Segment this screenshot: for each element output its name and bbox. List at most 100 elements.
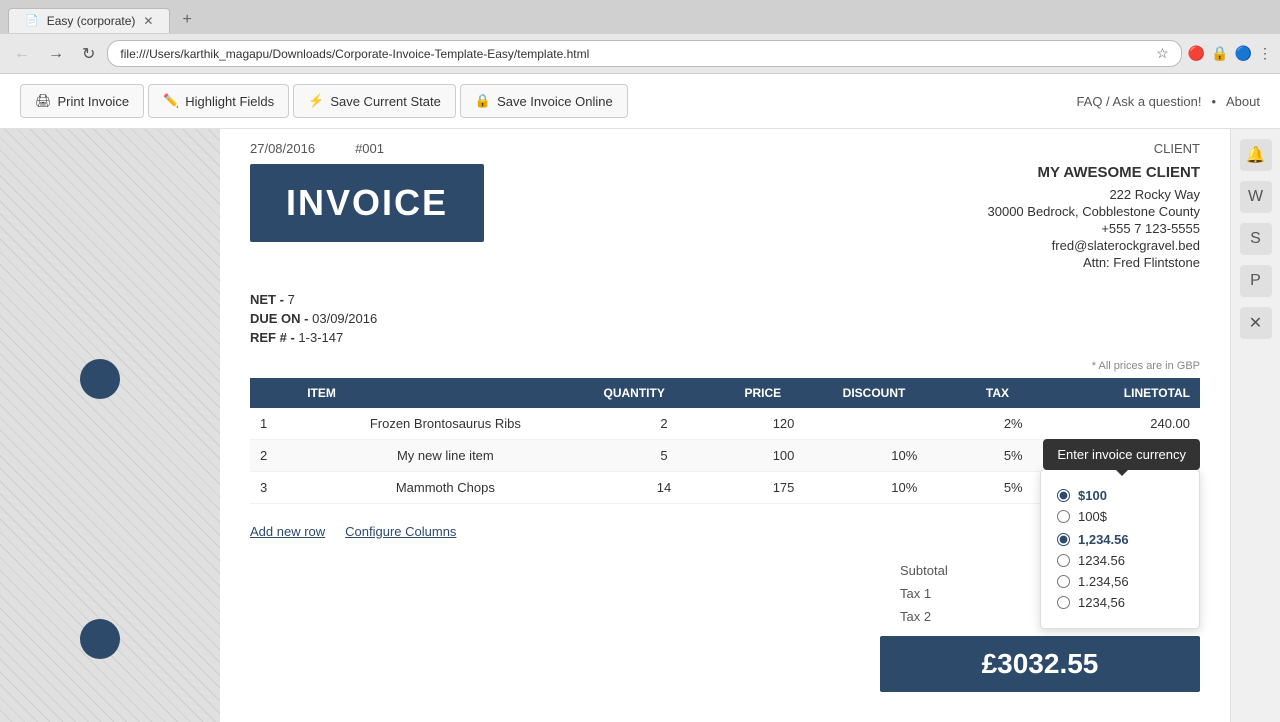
configure-columns-link[interactable]: Configure Columns	[345, 524, 456, 539]
invoice-date-number: 27/08/2016 #001	[250, 141, 384, 156]
tax1-label: Tax 1	[900, 586, 931, 601]
active-tab[interactable]: 📄 Easy (corporate) ✕	[8, 8, 170, 33]
row2-tax[interactable]: 5%	[976, 440, 1051, 472]
currency-label-format1: 1,234.56	[1078, 532, 1129, 547]
invoice-header: INVOICE MY AWESOME CLIENT 222 Rocky Way …	[250, 164, 1200, 272]
row3-price[interactable]: 175	[734, 472, 832, 504]
due-value[interactable]: 03/09/2016	[312, 311, 377, 326]
tab-title: Easy (corporate)	[47, 14, 136, 28]
currency-option-dollar-before[interactable]: $100	[1057, 488, 1183, 503]
row1-qty[interactable]: 2	[594, 408, 735, 440]
row1-num: 1	[250, 408, 297, 440]
nav-icons: 🔴 🔒 🔵 ⋮	[1188, 45, 1272, 62]
sidebar-icon-5[interactable]: ✕	[1240, 307, 1272, 339]
left-circle-bottom	[80, 619, 120, 659]
back-button[interactable]: ←	[8, 43, 36, 65]
currency-radio-dollar-after[interactable]	[1057, 510, 1070, 523]
net-label: NET -	[250, 292, 284, 307]
extension-icon-3[interactable]: 🔵	[1235, 45, 1252, 62]
tab-close-button[interactable]: ✕	[143, 14, 153, 28]
tab-favicon: 📄	[25, 14, 39, 27]
browser-chrome: 📄 Easy (corporate) ✕ + ← → ↻ file:///Use…	[0, 0, 1280, 74]
sidebar-icon-2[interactable]: W	[1240, 181, 1272, 213]
row3-qty[interactable]: 14	[594, 472, 735, 504]
new-tab-button[interactable]: +	[170, 6, 203, 34]
client-address2[interactable]: 30000 Bedrock, Cobblestone County	[988, 204, 1200, 219]
forward-button[interactable]: →	[42, 43, 70, 65]
col-price: PRICE	[734, 378, 832, 408]
currency-radio-format2[interactable]	[1057, 554, 1070, 567]
currency-label-format4: 1234,56	[1078, 595, 1125, 610]
row1-total: 240.00	[1051, 408, 1200, 440]
print-invoice-button[interactable]: 🖨 Print Invoice	[20, 84, 144, 118]
highlight-label: Highlight Fields	[185, 94, 274, 109]
row2-item[interactable]: My new line item	[297, 440, 593, 472]
currency-option-format1[interactable]: 1,234.56	[1057, 532, 1183, 547]
row1-item[interactable]: Frozen Brontosaurus Ribs	[297, 408, 593, 440]
currency-radio-dollar-before[interactable]	[1057, 489, 1070, 502]
save-state-label: Save Current State	[330, 94, 441, 109]
row3-item[interactable]: Mammoth Chops	[297, 472, 593, 504]
print-label: Print Invoice	[58, 94, 130, 109]
invoice-meta: NET - 7 DUE ON - 03/09/2016 REF # - 1-3-…	[250, 292, 1200, 345]
faq-link[interactable]: FAQ / Ask a question!	[1076, 94, 1201, 109]
currency-label-dollar-before: $100	[1078, 488, 1107, 503]
ref-label: REF # -	[250, 330, 295, 345]
about-link[interactable]: About	[1226, 94, 1260, 109]
row2-price[interactable]: 100	[734, 440, 832, 472]
client-address1[interactable]: 222 Rocky Way	[988, 187, 1200, 202]
invoice-number[interactable]: #001	[355, 141, 384, 156]
client-label: CLIENT	[1154, 141, 1200, 156]
net-value[interactable]: 7	[288, 292, 295, 307]
client-name[interactable]: MY AWESOME CLIENT	[988, 164, 1200, 181]
client-email[interactable]: fred@slaterockgravel.bed	[988, 238, 1200, 253]
currency-radio-format1[interactable]	[1057, 533, 1070, 546]
row1-price[interactable]: 120	[734, 408, 832, 440]
row2-discount[interactable]: 10%	[833, 440, 976, 472]
col-discount: DISCOUNT	[833, 378, 976, 408]
client-phone[interactable]: +555 7 123-5555	[988, 221, 1200, 236]
left-decorative-panel	[0, 129, 220, 722]
table-header-row: ITEM QUANTITY PRICE DISCOUNT TAX LINETOT…	[250, 378, 1200, 408]
col-tax: TAX	[976, 378, 1051, 408]
add-new-row-link[interactable]: Add new row	[250, 524, 325, 539]
currency-option-dollar-after[interactable]: 100$	[1057, 509, 1183, 524]
currency-radio-format3[interactable]	[1057, 575, 1070, 588]
right-sidebar: 🔔 W S P ✕	[1230, 129, 1280, 722]
address-bar[interactable]: file:///Users/karthik_magapu/Downloads/C…	[107, 40, 1181, 67]
bookmark-icon[interactable]: ☆	[1156, 45, 1169, 62]
col-item: ITEM	[297, 378, 593, 408]
currency-option-format4[interactable]: 1234,56	[1057, 595, 1183, 610]
prices-note: * All prices are in GBP	[250, 360, 1200, 372]
invoice-area: 27/08/2016 #001 CLIENT INVOICE MY AWESOM…	[220, 129, 1230, 722]
currency-label-dollar-after: 100$	[1078, 509, 1107, 524]
refresh-button[interactable]: ↻	[76, 42, 101, 66]
menu-icon[interactable]: ⋮	[1258, 45, 1272, 62]
currency-tooltip: Enter invoice currency	[1043, 439, 1200, 470]
highlight-icon: ✏️	[163, 93, 179, 109]
invoice-date[interactable]: 27/08/2016	[250, 141, 315, 156]
sidebar-icon-4[interactable]: P	[1240, 265, 1272, 297]
sidebar-icon-1[interactable]: 🔔	[1240, 139, 1272, 171]
table-row: 1 Frozen Brontosaurus Ribs 2 120 2% 240.…	[250, 408, 1200, 440]
currency-option-format3[interactable]: 1.234,56	[1057, 574, 1183, 589]
col-quantity: QUANTITY	[594, 378, 735, 408]
col-num	[250, 378, 297, 408]
save-current-state-button[interactable]: ⚡ Save Current State	[293, 84, 456, 118]
tab-bar: 📄 Easy (corporate) ✕ +	[0, 0, 1280, 34]
row1-discount[interactable]	[833, 408, 976, 440]
row1-tax[interactable]: 2%	[976, 408, 1051, 440]
lightning-icon: ⚡	[308, 93, 324, 109]
save-invoice-online-button[interactable]: 🔒 Save Invoice Online	[460, 84, 628, 118]
row3-discount[interactable]: 10%	[833, 472, 976, 504]
sidebar-icon-3[interactable]: S	[1240, 223, 1272, 255]
currency-option-format2[interactable]: 1234.56	[1057, 553, 1183, 568]
ref-value[interactable]: 1-3-147	[298, 330, 343, 345]
currency-radio-format4[interactable]	[1057, 596, 1070, 609]
currency-popup: $100 100$ 1,234.56 1234.56 1.234,56 12	[1040, 469, 1200, 629]
highlight-fields-button[interactable]: ✏️ Highlight Fields	[148, 84, 289, 118]
main-content: 27/08/2016 #001 CLIENT INVOICE MY AWESOM…	[0, 129, 1280, 722]
extension-icon-1[interactable]: 🔴	[1188, 45, 1205, 62]
row2-qty[interactable]: 5	[594, 440, 735, 472]
extension-icon-2[interactable]: 🔒	[1211, 45, 1228, 62]
